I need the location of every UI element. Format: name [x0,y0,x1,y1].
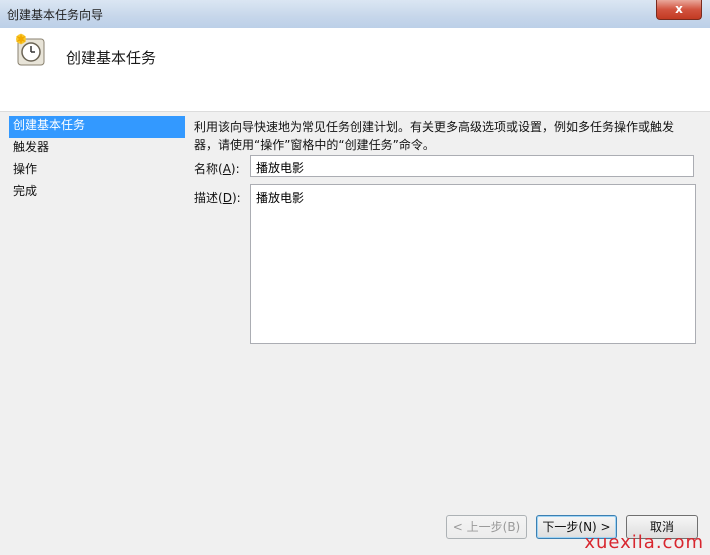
clock-icon [16,33,45,66]
description-textarea[interactable]: 播放电影 [250,184,696,344]
back-button[interactable]: < 上一步(B) [446,515,527,539]
wizard-steps: 创建基本任务 触发器 操作 完成 [9,116,185,204]
title-bar: 创建基本任务向导 x [0,0,710,29]
step-create-basic-task[interactable]: 创建基本任务 [9,116,185,138]
step-trigger[interactable]: 触发器 [9,138,185,160]
name-label: 名称(A): [194,162,240,176]
page-title: 创建基本任务 [66,49,157,67]
step-action[interactable]: 操作 [9,160,185,182]
step-finish[interactable]: 完成 [9,182,185,204]
intro-line-2: 器，请使用“操作”窗格中的“创建任务”命令。 [194,138,435,152]
window-title: 创建基本任务向导 [7,8,104,22]
intro-line-1: 利用该向导快速地为常见任务创建计划。有关更多高级选项或设置，例如多任务操作或触发 [194,120,675,134]
name-input[interactable]: 播放电影 [250,155,694,177]
intro-text: 利用该向导快速地为常见任务创建计划。有关更多高级选项或设置，例如多任务操作或触发… [194,118,704,154]
close-button[interactable]: x [656,0,702,20]
watermark: xuexila.com [584,532,704,553]
wizard-header: 创建基本任务 [0,28,710,112]
description-label: 描述(D): [194,191,241,205]
close-icon: x [675,2,683,16]
